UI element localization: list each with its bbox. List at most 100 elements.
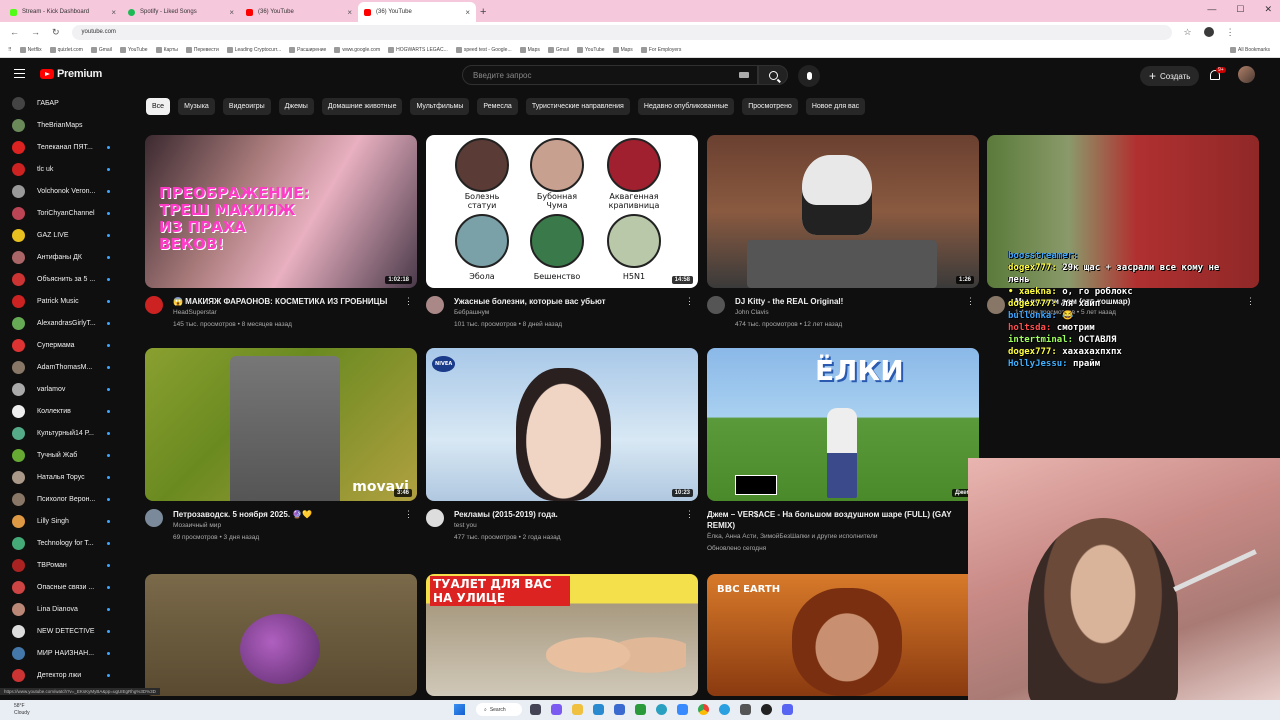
filter-chip[interactable]: Видеоигры	[222, 98, 271, 115]
bookmark-item[interactable]: Maps	[519, 46, 540, 53]
video-thumbnail[interactable]: 1:26	[707, 135, 979, 288]
channel-avatar[interactable]	[987, 296, 1005, 314]
sidebar-subscription-item[interactable]: Volchonok Veron...	[0, 180, 130, 202]
weather-widget[interactable]: 58°F Cloudy	[14, 703, 30, 717]
sidebar-subscription-item[interactable]: TheBrianMaps	[0, 114, 130, 136]
video-thumbnail[interactable]: ТУАЛЕТ ДЛЯ ВАС НА УЛИЦЕ	[426, 574, 698, 696]
video-thumbnail[interactable]: BBC EARTH	[707, 574, 979, 696]
filter-chip[interactable]: Недавно опубликованные	[637, 98, 735, 115]
filter-chip[interactable]: Ремесла	[477, 98, 518, 115]
browser-tab[interactable]: Stream - Kick Dashboard ×	[4, 2, 122, 22]
browser-tab-active[interactable]: (36) YouTube ×	[358, 2, 476, 22]
video-card[interactable]: ПРЕОБРАЖЕНИЕ: ТРЕШ МАКИЯЖ ИЗ ПРАХА ВЕКОВ…	[145, 135, 417, 331]
channel-avatar[interactable]	[426, 509, 444, 527]
video-title[interactable]: Петрозаводск. 5 ноября 2025. 🔮💛	[173, 509, 328, 520]
bookmark-item[interactable]: Перевести	[185, 46, 219, 53]
video-title[interactable]: Рекламы (2015-2019) года.	[454, 509, 574, 520]
app-icon[interactable]	[740, 704, 751, 715]
filter-chip[interactable]: Домашние животные	[321, 98, 403, 115]
filter-chip[interactable]: Просмотрено	[742, 98, 798, 115]
channel-avatar[interactable]	[426, 296, 444, 314]
channel-name[interactable]: HeadSuperstar	[173, 307, 403, 319]
sidebar-subscription-item[interactable]: Коллектив	[0, 400, 130, 422]
video-thumbnail[interactable]: movavi 3:46	[145, 348, 417, 501]
channel-avatar[interactable]	[707, 296, 725, 314]
chrome-icon[interactable]	[698, 704, 709, 715]
sidebar-subscription-item[interactable]: Опасные связи ...	[0, 576, 130, 598]
sidebar-subscription-item[interactable]: Lilly Singh	[0, 510, 130, 532]
more-options-icon[interactable]: ⋮	[404, 296, 413, 307]
sidebar-subscription-item[interactable]: Тучный Жаб	[0, 444, 130, 466]
video-card[interactable]: BBC EARTH	[707, 574, 979, 696]
video-card[interactable]	[145, 574, 417, 696]
sidebar-subscription-item[interactable]: GAZ LIVE	[0, 224, 130, 246]
all-bookmarks-button[interactable]: All Bookmarks	[1230, 46, 1270, 53]
voice-search-button[interactable]	[798, 65, 820, 87]
bookmark-item[interactable]: quizlet.com	[49, 46, 83, 53]
sidebar-subscription-item[interactable]: Объяснить за 5 ...	[0, 268, 130, 290]
apps-icon[interactable]: ⠿	[8, 47, 12, 53]
forward-icon[interactable]: →	[31, 27, 40, 37]
bookmark-item[interactable]: Gmail	[90, 46, 112, 53]
video-title[interactable]: Ужасные болезни, которые вас убьют	[454, 296, 622, 307]
sidebar-subscription-item[interactable]: МИР НАИЗНАН...	[0, 642, 130, 664]
filter-chip[interactable]: Туристические направления	[525, 98, 630, 115]
channel-avatar[interactable]	[145, 509, 163, 527]
file-explorer-icon[interactable]	[572, 704, 583, 715]
app-icon[interactable]	[614, 704, 625, 715]
filter-chip[interactable]: Музыка	[178, 98, 215, 115]
sidebar-subscription-item[interactable]: Антифаны ДК	[0, 246, 130, 268]
sidebar-subscription-item[interactable]: ТВРоман	[0, 554, 130, 576]
telegram-icon[interactable]	[719, 704, 730, 715]
channel-name[interactable]: Мозаичный мир	[173, 520, 328, 532]
more-options-icon[interactable]: ⋮	[404, 509, 413, 520]
more-options-icon[interactable]: ⋮	[966, 296, 975, 307]
more-options-icon[interactable]: ⋮	[685, 296, 694, 307]
search-input[interactable]: Введите запрос	[462, 65, 758, 85]
channel-name[interactable]: Ёлка, Анна Асти, ЗимойБезШапки и другие …	[707, 531, 979, 543]
bookmark-item[interactable]: Gmail	[547, 46, 569, 53]
filter-chip[interactable]: Джемы	[278, 98, 314, 115]
bookmark-item[interactable]: Карты	[155, 46, 178, 53]
video-card[interactable]: ТУАЛЕТ ДЛЯ ВАС НА УЛИЦЕ	[426, 574, 698, 696]
bookmark-item[interactable]: Расширение	[289, 46, 326, 53]
search-button[interactable]	[758, 65, 788, 85]
filter-chip[interactable]: Мультфильмы	[410, 98, 470, 115]
bookmark-item[interactable]: Netflix	[19, 46, 42, 53]
bookmark-item[interactable]: YouTube	[119, 46, 148, 53]
more-options-icon[interactable]: ⋮	[685, 509, 694, 520]
sidebar-subscription-item[interactable]: Детектор лжи	[0, 664, 130, 686]
sidebar-subscription-item[interactable]: AlexandrasGirlyT...	[0, 312, 130, 334]
video-title[interactable]: DJ Kitty - the REAL Original!	[735, 296, 859, 307]
hamburger-menu-icon[interactable]	[14, 69, 25, 78]
channel-name[interactable]: Бебрашнум	[454, 307, 622, 319]
browser-tab[interactable]: Spotify - Liked Songs ×	[122, 2, 240, 22]
app-icon[interactable]	[677, 704, 688, 715]
edge-icon[interactable]	[656, 704, 667, 715]
youtube-logo[interactable]: Premium	[40, 68, 102, 80]
taskbar-search[interactable]: ⌕ Search	[476, 703, 522, 716]
close-icon[interactable]: ×	[111, 8, 116, 17]
filter-chip[interactable]: Новое для вас	[805, 98, 866, 115]
video-thumbnail[interactable]: ЁЛКИ Джем	[707, 348, 979, 501]
video-card[interactable]: 1:26 DJ Kitty - the REAL Original! John C…	[707, 135, 979, 331]
reload-icon[interactable]: ↻	[52, 27, 60, 38]
bookmark-item[interactable]: Maps	[612, 46, 633, 53]
back-icon[interactable]: ←	[10, 27, 19, 37]
browser-menu-icon[interactable]: ⋮	[1226, 27, 1235, 38]
windows-start-icon[interactable]	[454, 704, 465, 715]
video-thumbnail[interactable]: NIVEA 10:23	[426, 348, 698, 501]
create-button[interactable]: + Создать	[1140, 66, 1200, 86]
sidebar-subscription-item[interactable]: Patrick Music	[0, 290, 130, 312]
bookmark-item[interactable]: For Employers	[640, 46, 681, 53]
sidebar-subscription-item[interactable]: ToriChyanChannel	[0, 202, 130, 224]
sidebar-subscription-item[interactable]: Супермама	[0, 334, 130, 356]
copilot-icon[interactable]	[551, 704, 562, 715]
sidebar-subscription-item[interactable]: Technology for T...	[0, 532, 130, 554]
sidebar-subscription-item[interactable]: Культурный14 Р...	[0, 422, 130, 444]
profile-icon[interactable]	[1203, 27, 1214, 37]
video-title[interactable]: 😱 МАКИЯЖ ФАРАОНОВ: КОСМЕТИКА ИЗ ГРОБНИЦЫ	[173, 296, 403, 307]
discord-icon[interactable]	[782, 704, 793, 715]
browser-tab[interactable]: (36) YouTube ×	[240, 2, 358, 22]
bookmark-item[interactable]: speed test - Google...	[455, 46, 512, 53]
